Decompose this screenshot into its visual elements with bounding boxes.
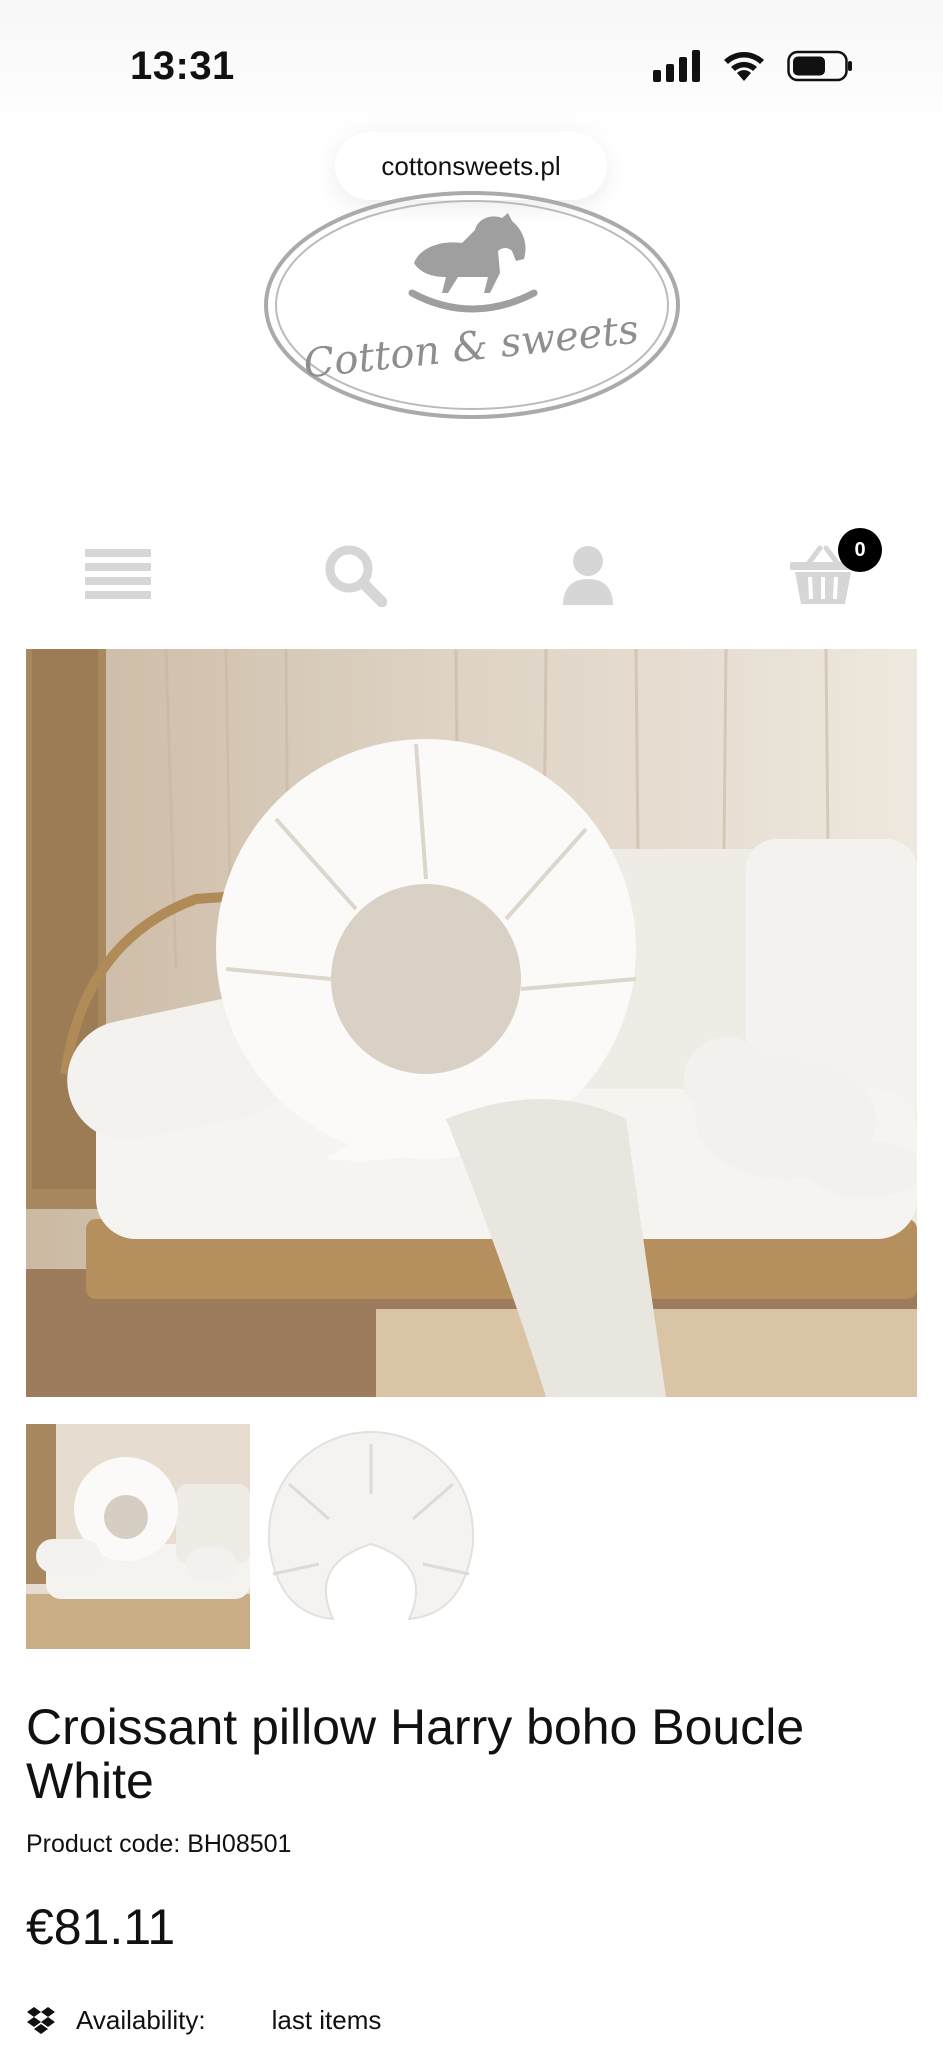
signal-icon	[653, 50, 700, 82]
product-main-image[interactable]	[26, 649, 917, 1397]
product-code: Product code: BH08501	[26, 1830, 292, 1858]
product-price: €81.11	[26, 1899, 176, 1955]
rocking-horse-icon	[408, 213, 538, 313]
account-button[interactable]	[560, 530, 616, 620]
battery-icon	[787, 50, 852, 82]
product-thumbnail-1[interactable]	[26, 1424, 250, 1649]
user-icon	[563, 546, 613, 605]
wifi-icon	[724, 52, 764, 81]
menu-icon	[85, 549, 151, 599]
logo-text: Cotton & sweets	[301, 307, 640, 388]
search-button[interactable]	[320, 530, 390, 620]
availability-row: Availability: last items	[26, 2002, 381, 2038]
product-title: Croissant pillow Harry boho Boucle White	[26, 1699, 805, 1809]
site-logo[interactable]: Cotton & sweets	[262, 185, 682, 420]
url-text: cottonsweets.pl	[381, 150, 561, 181]
status-bar: 13:31	[0, 0, 943, 140]
search-icon	[325, 545, 387, 607]
dropbox-icon	[27, 2007, 55, 2034]
clock: 13:31	[130, 44, 235, 88]
status-icons	[653, 50, 853, 82]
product-thumbnail-2[interactable]	[259, 1424, 483, 1649]
nav-bar	[0, 530, 943, 620]
cart-count-badge: 0	[838, 528, 882, 572]
menu-button[interactable]	[84, 530, 152, 620]
availability-label: Availability:	[76, 2004, 206, 2035]
availability-value: last items	[271, 2004, 382, 2035]
